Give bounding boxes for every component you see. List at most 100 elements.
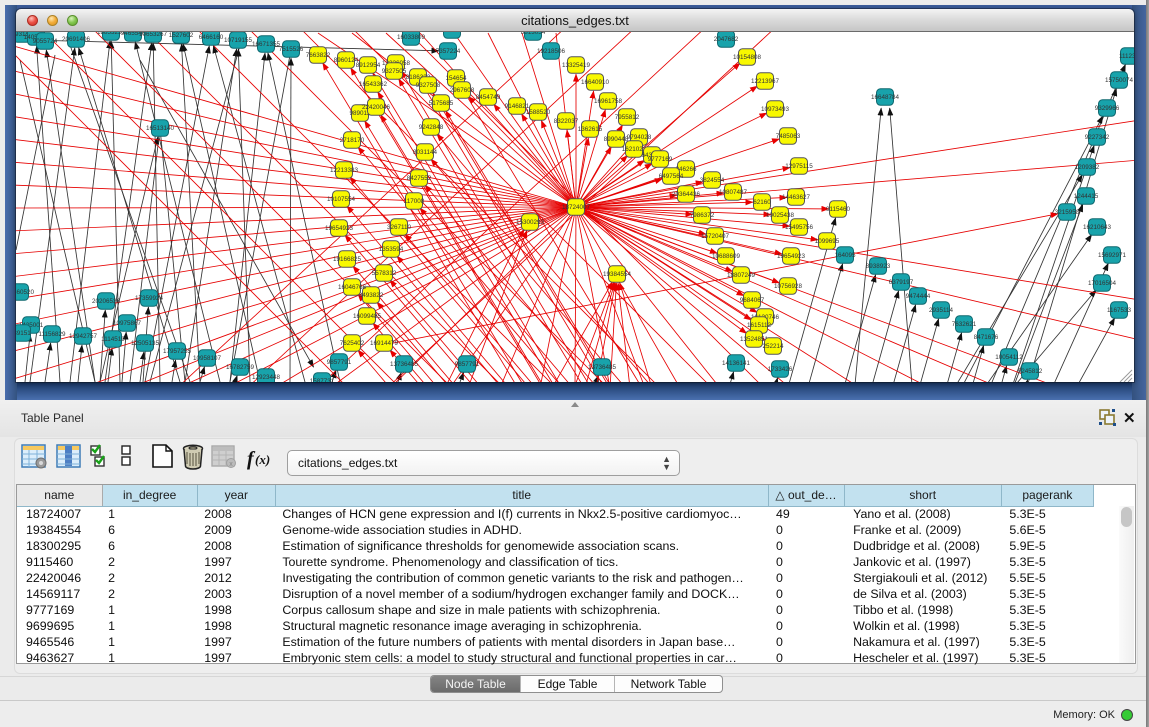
svg-text:14463627: 14463627 bbox=[782, 194, 811, 201]
svg-text:9684067: 9684067 bbox=[740, 297, 765, 304]
svg-text:10054112: 10054112 bbox=[995, 354, 1023, 361]
svg-text:1353594: 1353594 bbox=[379, 246, 404, 253]
svg-text:7515526: 7515526 bbox=[279, 46, 304, 53]
svg-text:10653267: 10653267 bbox=[139, 32, 168, 38]
svg-text:1244415: 1244415 bbox=[1074, 193, 1099, 200]
svg-text:9055724: 9055724 bbox=[33, 38, 58, 45]
svg-text:39151: 39151 bbox=[16, 330, 31, 337]
svg-text:12975115: 12975115 bbox=[785, 163, 813, 170]
svg-text:8031144: 8031144 bbox=[413, 149, 438, 156]
svg-text:1167533: 1167533 bbox=[1107, 307, 1132, 314]
svg-text:10688609: 10688609 bbox=[712, 253, 741, 260]
svg-text:16640910: 16640910 bbox=[581, 79, 610, 86]
svg-text:14136141: 14136141 bbox=[722, 360, 751, 367]
svg-text:13736485: 13736485 bbox=[390, 361, 419, 368]
svg-text:62160: 62160 bbox=[753, 199, 771, 206]
svg-text:1588520: 1588520 bbox=[526, 109, 551, 116]
svg-text:9327508: 9327508 bbox=[416, 82, 441, 89]
svg-text:1587731: 1587731 bbox=[310, 378, 335, 382]
svg-text:7663822: 7663822 bbox=[306, 52, 331, 59]
svg-text:16648784: 16648784 bbox=[871, 94, 900, 101]
svg-text:2047682: 2047682 bbox=[714, 36, 739, 43]
svg-text:10154808: 10154808 bbox=[733, 54, 762, 61]
svg-text:15750074: 15750074 bbox=[1105, 77, 1134, 84]
svg-text:26360520: 26360520 bbox=[16, 289, 34, 296]
svg-text:1114519: 1114519 bbox=[101, 336, 125, 343]
svg-text:16961758: 16961758 bbox=[594, 98, 623, 105]
svg-text:19166825: 19166825 bbox=[333, 256, 362, 263]
svg-text:10807487: 10807487 bbox=[719, 189, 748, 196]
svg-text:8427552: 8427552 bbox=[407, 175, 432, 182]
svg-text:154654: 154654 bbox=[445, 75, 467, 82]
svg-text:11156829: 11156829 bbox=[38, 331, 66, 338]
svg-text:8912954: 8912954 bbox=[356, 62, 381, 69]
svg-text:16513140: 16513140 bbox=[146, 125, 175, 132]
svg-text:(x): (x) bbox=[255, 452, 270, 467]
svg-text:6466160: 6466160 bbox=[199, 34, 224, 41]
svg-text:12942757: 12942757 bbox=[69, 333, 98, 340]
svg-text:10025438: 10025438 bbox=[766, 212, 795, 219]
svg-text:17359924: 17359924 bbox=[135, 295, 164, 302]
svg-text:18853257: 18853257 bbox=[438, 32, 467, 34]
svg-text:13325419: 13325419 bbox=[562, 62, 591, 69]
svg-text:9857791: 9857791 bbox=[327, 359, 352, 366]
svg-text:17016504: 17016504 bbox=[1088, 280, 1117, 287]
svg-text:5578312: 5578312 bbox=[372, 270, 397, 277]
svg-text:15300293: 15300293 bbox=[516, 219, 545, 226]
svg-text:7955812: 7955812 bbox=[615, 114, 640, 121]
svg-text:8454749: 8454749 bbox=[476, 94, 501, 101]
svg-text:20206536: 20206536 bbox=[92, 298, 121, 305]
svg-text:12213383: 12213383 bbox=[330, 167, 359, 174]
svg-text:10973493: 10973493 bbox=[761, 106, 790, 113]
svg-text:9227342: 9227342 bbox=[1085, 134, 1110, 141]
svg-text:8813054: 8813054 bbox=[521, 32, 546, 36]
svg-text:10107554: 10107554 bbox=[327, 196, 356, 203]
svg-text:1615112: 1615112 bbox=[747, 322, 772, 329]
svg-text:16099485: 16099485 bbox=[353, 313, 382, 320]
svg-text:7625402: 7625402 bbox=[340, 340, 365, 347]
svg-text:9327505: 9327505 bbox=[382, 68, 407, 75]
svg-text:10756928: 10756928 bbox=[774, 283, 803, 290]
svg-text:5175685: 5175685 bbox=[429, 100, 454, 107]
svg-text:12505135: 12505135 bbox=[131, 340, 160, 347]
svg-text:2718170: 2718170 bbox=[340, 137, 365, 144]
svg-text:18807249: 18807249 bbox=[727, 272, 756, 279]
svg-text:16210643: 16210643 bbox=[1083, 224, 1112, 231]
svg-text:16914479: 16914479 bbox=[370, 340, 399, 347]
svg-text:1209382: 1209382 bbox=[1075, 164, 1100, 171]
svg-text:7986372: 7986372 bbox=[690, 212, 715, 219]
svg-text:3267110: 3267110 bbox=[387, 224, 412, 231]
svg-text:19654923: 19654923 bbox=[325, 225, 354, 232]
svg-text:16046766: 16046766 bbox=[338, 284, 367, 291]
svg-text:16671355: 16671355 bbox=[252, 41, 281, 48]
svg-text:1527602: 1527602 bbox=[169, 32, 194, 39]
svg-text:22420046: 22420046 bbox=[362, 104, 391, 111]
svg-text:3493822: 3493822 bbox=[359, 292, 384, 299]
svg-text:3215958: 3215958 bbox=[1055, 209, 1080, 216]
svg-text:6497564: 6497564 bbox=[659, 173, 684, 180]
svg-text:9329966: 9329966 bbox=[1095, 105, 1120, 112]
svg-text:7357224: 7357224 bbox=[436, 48, 461, 55]
svg-text:19384554: 19384554 bbox=[603, 271, 632, 278]
svg-text:3824554: 3824554 bbox=[700, 177, 725, 184]
svg-text:18724007: 18724007 bbox=[562, 204, 591, 211]
svg-text:10975867: 10975867 bbox=[113, 320, 142, 327]
svg-text:9777169: 9777169 bbox=[648, 156, 673, 163]
svg-text:x: x bbox=[229, 461, 233, 468]
svg-text:117008: 117008 bbox=[404, 198, 425, 205]
svg-text:10958107: 10958107 bbox=[193, 355, 222, 362]
svg-text:1362615: 1362615 bbox=[578, 126, 603, 133]
svg-text:1733426: 1733426 bbox=[768, 366, 793, 373]
svg-text:8322037: 8322037 bbox=[554, 118, 579, 125]
svg-text:252214: 252214 bbox=[762, 343, 784, 350]
svg-text:9245812: 9245812 bbox=[1018, 368, 1043, 375]
svg-text:8471676: 8471676 bbox=[974, 334, 999, 341]
svg-text:111237: 111237 bbox=[1119, 53, 1134, 60]
svg-text:1099695: 1099695 bbox=[815, 238, 840, 245]
svg-text:10719155: 10719155 bbox=[224, 37, 253, 44]
svg-text:9857791: 9857791 bbox=[455, 361, 480, 368]
svg-text:16782759: 16782759 bbox=[226, 364, 255, 371]
svg-text:13736485: 13736485 bbox=[588, 364, 617, 371]
svg-text:7632621: 7632621 bbox=[952, 321, 977, 328]
svg-text:15692971: 15692971 bbox=[1098, 252, 1127, 259]
